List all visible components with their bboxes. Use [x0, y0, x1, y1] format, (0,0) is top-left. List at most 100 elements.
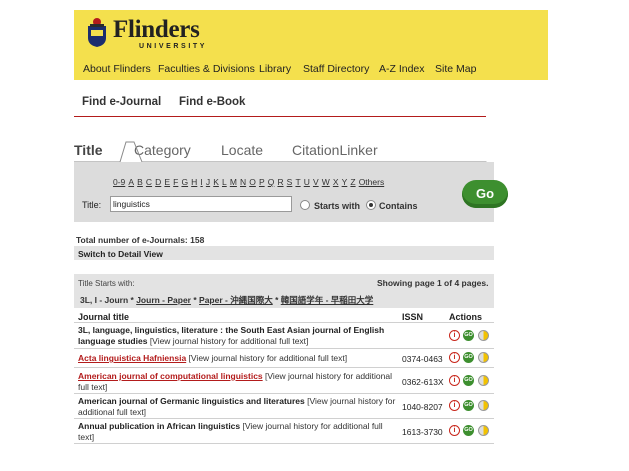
row-divider [74, 443, 494, 444]
starts-with-label: Starts with [314, 201, 361, 211]
contains-radio[interactable] [366, 200, 376, 210]
go-icon[interactable]: GO [463, 330, 474, 341]
journal-history-link[interactable]: [View journal history for additional ful… [189, 353, 348, 363]
go-icon[interactable]: GO [463, 400, 474, 411]
subnav-find-ejournal[interactable]: Find e-Journal [82, 96, 161, 108]
alpha-link[interactable]: Y [342, 177, 348, 187]
availability-icon[interactable] [478, 425, 489, 436]
journal-issn: 1613-3730 [402, 427, 443, 437]
go-button[interactable]: Go [462, 180, 508, 208]
nav-about[interactable]: About Flinders [83, 63, 151, 75]
journal-issn: 0362-613X [402, 377, 444, 387]
table-row-title: American journal of Germanic linguistics… [78, 396, 398, 417]
nav-staff-directory[interactable]: Staff Directory [303, 63, 369, 75]
starts-with-radio[interactable] [300, 200, 310, 210]
table-row-title: American journal of computational lingui… [78, 371, 398, 392]
alpha-link[interactable]: O [249, 177, 256, 187]
subnav-find-ebook[interactable]: Find e-Book [179, 96, 245, 108]
alpha-link[interactable]: W [322, 177, 330, 187]
alpha-link[interactable]: A [128, 177, 134, 187]
table-row-title: Acta linguistica Hafniensia [View journa… [78, 353, 398, 364]
journal-title-link[interactable]: Annual publication in African linguistic… [78, 421, 240, 431]
col-header-title: Journal title [78, 312, 130, 322]
page-ranges: 3L, I - Journ * Journ - Paper * Paper - … [80, 295, 374, 305]
logo-subtitle: UNIVERSITY [139, 43, 208, 50]
header-divider [74, 322, 494, 323]
row-divider [74, 393, 494, 394]
paging-status: Showing page 1 of 4 pages. [377, 278, 489, 288]
info-icon[interactable]: i [449, 330, 460, 341]
alpha-link[interactable]: I [200, 177, 202, 187]
journal-title-link[interactable]: American journal of computational lingui… [78, 371, 263, 381]
switch-detail-view-link[interactable]: Switch to Detail View [78, 249, 163, 259]
availability-icon[interactable] [478, 352, 489, 363]
alpha-link[interactable]: M [230, 177, 237, 187]
info-icon[interactable]: i [449, 425, 460, 436]
alpha-link[interactable]: S [287, 177, 293, 187]
info-icon[interactable]: i [449, 375, 460, 386]
alpha-link[interactable]: D [155, 177, 161, 187]
nav-library[interactable]: Library [259, 63, 291, 75]
journal-title-link[interactable]: Acta linguistica Hafniensia [78, 353, 186, 363]
alphabet-index: 0-9 A B C D E F G H I J K L M N O P Q R S T U V W X Y Z Others [113, 177, 387, 187]
alpha-link[interactable]: C [146, 177, 152, 187]
row-divider [74, 367, 494, 368]
row-divider [74, 348, 494, 349]
alpha-link[interactable]: 0-9 [113, 177, 125, 187]
range-link[interactable]: Journ - Paper [136, 295, 191, 305]
alpha-link[interactable]: K [213, 177, 219, 187]
journal-history-link[interactable]: [View journal history for additional ful… [150, 336, 309, 346]
availability-icon[interactable] [478, 330, 489, 341]
col-header-actions: Actions [449, 312, 483, 322]
alpha-link[interactable]: Z [350, 177, 355, 187]
nav-az-index[interactable]: A-Z Index [379, 63, 425, 75]
alpha-link[interactable]: J [206, 177, 210, 187]
journal-issn: 0374-0463 [402, 354, 443, 364]
alpha-link-others[interactable]: Others [359, 177, 385, 187]
alpha-link[interactable]: V [313, 177, 319, 187]
go-icon[interactable]: GO [463, 375, 474, 386]
range-link[interactable]: 韓国語学年 - 早稲田大学 [281, 295, 374, 305]
go-icon[interactable]: GO [463, 425, 474, 436]
availability-icon[interactable] [478, 400, 489, 411]
range-current: 3L, I - Journ [80, 295, 129, 305]
starts-with-caption: Title Starts with: [78, 279, 135, 288]
table-row-title: 3L, language, linguistics, literature : … [78, 325, 398, 346]
header-banner: Flinders UNIVERSITY About Flinders Facul… [74, 10, 548, 80]
range-link[interactable]: Paper - 沖縄国際大 [199, 295, 273, 305]
col-header-issn: ISSN [402, 312, 424, 322]
contains-label: Contains [379, 201, 418, 211]
journal-title-link[interactable]: American journal of Germanic linguistics… [78, 396, 305, 406]
nav-faculties[interactable]: Faculties & Divisions [158, 63, 255, 75]
alpha-link[interactable]: G [181, 177, 188, 187]
main-nav: About Flinders Faculties & Divisions Lib… [74, 63, 548, 80]
journal-issn: 1040-8207 [402, 402, 443, 412]
search-panel [74, 162, 494, 222]
university-crest-icon [88, 18, 106, 47]
alpha-link[interactable]: N [240, 177, 246, 187]
alpha-link[interactable]: F [173, 177, 178, 187]
info-icon[interactable]: i [449, 352, 460, 363]
alpha-link[interactable]: T [295, 177, 300, 187]
alpha-link[interactable]: X [333, 177, 339, 187]
alpha-link[interactable]: H [191, 177, 197, 187]
row-divider [74, 418, 494, 419]
nav-site-map[interactable]: Site Map [435, 63, 476, 75]
subnav-divider [74, 116, 486, 117]
tab-outline [74, 141, 487, 164]
logo-wordmark[interactable]: Flinders [113, 17, 200, 43]
alpha-link[interactable]: P [259, 177, 265, 187]
alpha-link[interactable]: R [277, 177, 283, 187]
alpha-link[interactable]: Q [268, 177, 275, 187]
alpha-link[interactable]: B [137, 177, 143, 187]
go-icon[interactable]: GO [463, 352, 474, 363]
alpha-link[interactable]: L [222, 177, 227, 187]
alpha-link[interactable]: E [164, 177, 170, 187]
total-count: Total number of e-Journals: 158 [76, 235, 205, 245]
availability-icon[interactable] [478, 375, 489, 386]
search-input[interactable] [110, 196, 292, 212]
table-row-title: Annual publication in African linguistic… [78, 421, 398, 442]
search-label: Title: [82, 200, 102, 210]
info-icon[interactable]: i [449, 400, 460, 411]
alpha-link[interactable]: U [304, 177, 310, 187]
